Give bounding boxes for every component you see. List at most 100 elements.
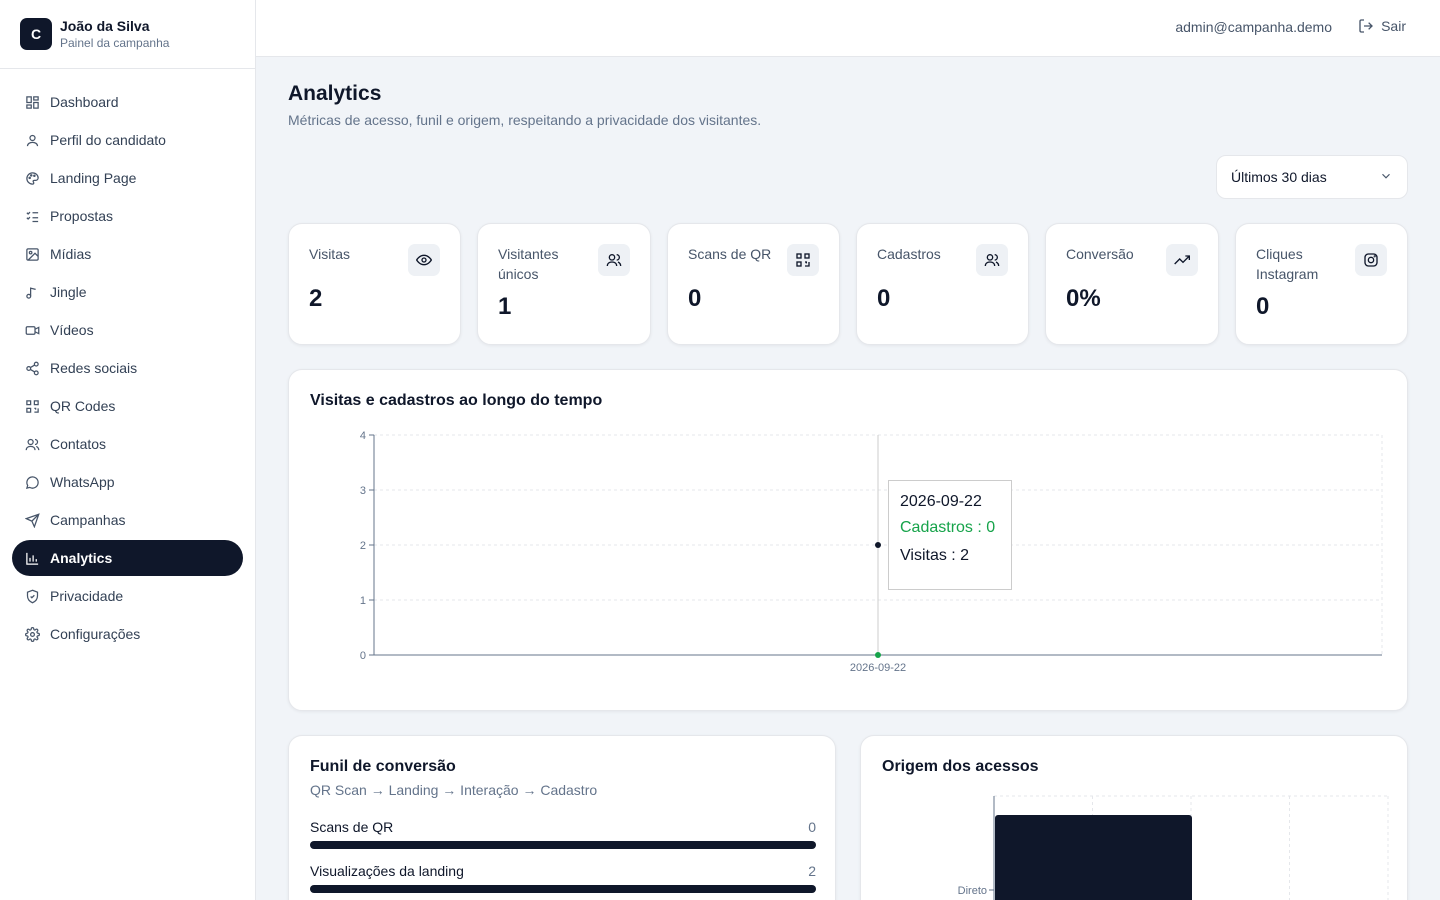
stat-label: Cliques Instagram (1256, 246, 1319, 282)
sidebar-item-perfil[interactable]: Perfil do candidato (12, 122, 243, 158)
brand: C João da Silva Painel da campanha (0, 0, 255, 69)
tooltip-date: 2026-09-22 (900, 493, 982, 510)
origin-chart: Direto (958, 795, 1389, 900)
tooltip-cadastros: Cadastros : 0 (900, 519, 996, 536)
brand-name: João da Silva (60, 18, 150, 34)
sidebar-item-whatsapp[interactable]: WhatsApp (12, 464, 243, 500)
funnel-title: Funil de conversão (310, 758, 456, 775)
funnel-step-value: 2 (808, 863, 816, 879)
data-point-visitas (875, 542, 881, 548)
instagram-icon (1355, 244, 1387, 276)
sidebar-item-label: Dashboard (50, 94, 119, 110)
y-tick-label: Direto (958, 885, 987, 897)
bar (995, 815, 1192, 900)
y-tick-label: 2 (360, 540, 366, 552)
funnel-step: Visualizações da landing 2 (310, 863, 816, 893)
share-icon (24, 360, 40, 376)
dashboard-icon (24, 94, 40, 110)
y-tick-label: 0 (360, 650, 366, 662)
sidebar-item-label: Campanhas (50, 512, 126, 528)
funnel-step-bar (310, 841, 816, 849)
sidebar-item-label: Mídias (50, 246, 92, 262)
sidebar-item-label: QR Codes (50, 398, 116, 414)
stat-label: Visitantes únicos (498, 246, 559, 282)
palette-icon (24, 170, 40, 186)
stat-card-visitantes-unicos: Visitantes únicos 1 (477, 223, 651, 345)
x-tick-label: 2026-09-22 (850, 662, 906, 674)
logout-label: Sair (1381, 18, 1406, 34)
message-circle-icon (24, 474, 40, 490)
y-tick-label: 3 (360, 485, 366, 497)
sidebar-item-privacidade[interactable]: Privacidade (12, 578, 243, 614)
funnel-step-bar (310, 885, 816, 893)
stat-card-cliques-instagram: Cliques Instagram 0 (1235, 223, 1408, 345)
sidebar-item-label: Configurações (50, 626, 141, 642)
stat-label: Scans de QR (688, 246, 772, 262)
tooltip-visitas: Visitas : 2 (900, 547, 970, 564)
funnel-step-label: Scans de QR (310, 819, 394, 835)
sidebar-item-configuracoes[interactable]: Configurações (12, 616, 243, 652)
shield-icon (24, 588, 40, 604)
chart-tooltip: 2026-09-22 Cadastros : 0 Visitas : 2 (888, 480, 1012, 590)
timeline-chart: 0 1 2 3 4 2026-09-22 (360, 430, 1383, 674)
stat-label: Cadastros (877, 246, 941, 262)
sidebar-item-campanhas[interactable]: Campanhas (12, 502, 243, 538)
funnel-step: Scans de QR 0 (310, 819, 816, 849)
sidebar-nav: Dashboard Perfil do candidato Landing Pa… (0, 69, 255, 669)
date-range-select[interactable]: Últimos 30 dias (1216, 155, 1408, 199)
sidebar-item-midias[interactable]: Mídias (12, 236, 243, 272)
users-icon (24, 436, 40, 452)
sidebar-item-redes[interactable]: Redes sociais (12, 350, 243, 386)
eye-icon (408, 244, 440, 276)
sidebar-item-jingle[interactable]: Jingle (12, 274, 243, 310)
sidebar-item-label: Contatos (50, 436, 107, 452)
sidebar-item-label: Propostas (50, 208, 114, 224)
user-email: admin@campanha.demo (1175, 19, 1332, 35)
send-icon (24, 512, 40, 528)
stat-value: 0 (1256, 293, 1270, 320)
stat-value: 0% (1066, 285, 1101, 312)
sidebar-item-label: Perfil do candidato (50, 132, 166, 148)
stat-card-scans-qr: Scans de QR 0 (667, 223, 840, 345)
y-tick-label: 1 (360, 595, 366, 607)
qr-code-icon (24, 398, 40, 414)
data-point-cadastros (875, 652, 881, 658)
sidebar-item-videos[interactable]: Vídeos (12, 312, 243, 348)
sidebar-item-dashboard[interactable]: Dashboard (12, 84, 243, 120)
sidebar-item-contatos[interactable]: Contatos (12, 426, 243, 462)
page-title: Analytics (288, 82, 382, 105)
sidebar-item-label: Vídeos (50, 322, 94, 338)
settings-icon (24, 626, 40, 642)
sidebar-item-analytics[interactable]: Analytics (12, 540, 243, 576)
log-out-icon (1358, 18, 1374, 34)
stat-value: 1 (498, 293, 512, 320)
sidebar-item-label: Analytics (50, 550, 113, 566)
trending-up-icon (1166, 244, 1198, 276)
y-tick-label: 4 (360, 430, 366, 442)
sidebar-item-landing[interactable]: Landing Page (12, 160, 243, 196)
chevron-down-icon (1379, 169, 1393, 186)
bar-chart-icon (24, 550, 40, 566)
user-icon (24, 132, 40, 148)
logout-button[interactable]: Sair (1358, 18, 1406, 34)
page-subtitle: Métricas de acesso, funil e origem, resp… (288, 112, 762, 128)
stat-label: Visitas (309, 246, 350, 262)
list-checks-icon (24, 208, 40, 224)
sidebar-item-label: WhatsApp (50, 474, 115, 490)
sidebar-item-qrcodes[interactable]: QR Codes (12, 388, 243, 424)
topbar: admin@campanha.demo Sair (256, 0, 1440, 57)
stat-card-visitas: Visitas 2 (288, 223, 461, 345)
stat-value: 2 (309, 285, 323, 312)
funnel-step-value: 0 (808, 819, 816, 835)
stat-card-conversao: Conversão 0% (1045, 223, 1219, 345)
date-range-value: Últimos 30 dias (1231, 169, 1327, 185)
stat-value: 0 (877, 285, 891, 312)
funnel-step-label: Visualizações da landing (310, 863, 464, 879)
brand-logo: C (20, 18, 52, 50)
users-icon (976, 244, 1008, 276)
brand-subtitle: Painel da campanha (60, 36, 170, 50)
stat-card-cadastros: Cadastros 0 (856, 223, 1029, 345)
sidebar-item-label: Landing Page (50, 170, 137, 186)
users-icon (598, 244, 630, 276)
sidebar-item-propostas[interactable]: Propostas (12, 198, 243, 234)
